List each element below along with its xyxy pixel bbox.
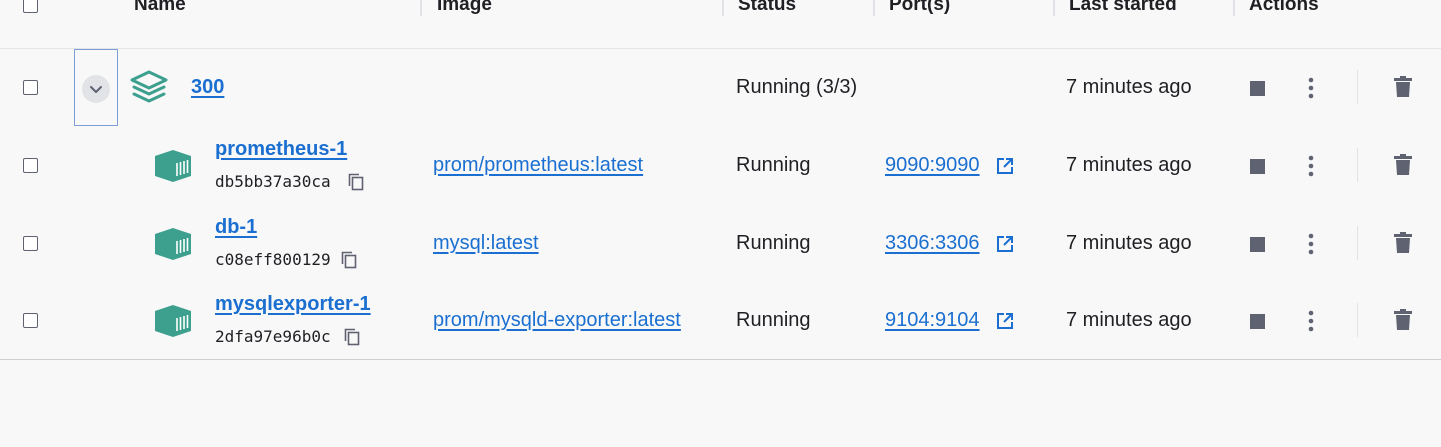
last-started-text: 7 minutes ago: [1066, 232, 1192, 254]
status-text: Running (3/3): [736, 76, 858, 98]
row-checkbox[interactable]: [23, 236, 38, 251]
image-link[interactable]: prom/prometheus:latest: [433, 154, 643, 177]
copy-icon[interactable]: [344, 328, 360, 346]
stack-layers-icon: [130, 70, 168, 103]
header-actions: Actions: [1249, 0, 1319, 15]
table-row[interactable]: db-1 c08eff800129 mysql:latest Running 3…: [0, 205, 1441, 283]
container-id: 2dfa97e96b0c: [215, 327, 331, 346]
group-name-link[interactable]: 300: [191, 76, 224, 99]
stop-icon[interactable]: [1250, 81, 1265, 96]
table-row[interactable]: mysqlexporter-1 2dfa97e96b0c prom/mysqld…: [0, 283, 1441, 359]
table-row-group[interactable]: 300 Running (3/3) 7 minutes ago: [0, 49, 1441, 127]
external-link-icon[interactable]: [996, 235, 1014, 253]
container-name-link[interactable]: mysqlexporter-1: [215, 293, 371, 316]
container-name-link[interactable]: prometheus-1: [215, 138, 347, 161]
action-divider: [1357, 148, 1358, 182]
container-name-link[interactable]: db-1: [215, 216, 257, 239]
external-link-icon[interactable]: [996, 157, 1014, 175]
more-vertical-icon[interactable]: [1301, 233, 1321, 255]
column-divider[interactable]: [420, 0, 422, 16]
trash-icon[interactable]: [1393, 76, 1413, 98]
select-all-checkbox[interactable]: [23, 0, 38, 13]
row-checkbox[interactable]: [23, 158, 38, 173]
last-started-text: 7 minutes ago: [1066, 309, 1192, 331]
header-ports[interactable]: Port(s): [889, 0, 950, 16]
header-image[interactable]: Image: [437, 0, 492, 16]
stop-icon[interactable]: [1250, 314, 1265, 329]
more-vertical-icon[interactable]: [1301, 155, 1321, 177]
container-icon: [155, 305, 191, 337]
row-checkbox[interactable]: [23, 80, 38, 95]
header-last-started[interactable]: Last started: [1069, 0, 1177, 16]
chevron-down-icon: [82, 75, 110, 103]
column-divider[interactable]: [722, 0, 724, 16]
column-divider[interactable]: [1053, 0, 1055, 16]
action-divider: [1357, 70, 1358, 104]
port-link[interactable]: 3306:3306: [885, 232, 980, 255]
image-link[interactable]: mysql:latest: [433, 232, 539, 255]
expand-toggle[interactable]: [74, 49, 118, 126]
table-header: Name Image Status Port(s) Last started A…: [0, 0, 1441, 49]
container-icon: [155, 150, 191, 182]
external-link-icon[interactable]: [996, 312, 1014, 330]
container-id: db5bb37a30ca: [215, 172, 331, 191]
action-divider: [1357, 226, 1358, 260]
header-name[interactable]: Name: [134, 0, 186, 16]
copy-icon[interactable]: [348, 173, 364, 191]
container-id: c08eff800129: [215, 250, 331, 269]
stop-icon[interactable]: [1250, 159, 1265, 174]
copy-icon[interactable]: [341, 251, 357, 269]
status-text: Running: [736, 232, 811, 254]
port-link[interactable]: 9104:9104: [885, 309, 980, 332]
trash-icon[interactable]: [1393, 309, 1413, 331]
last-started-text: 7 minutes ago: [1066, 154, 1192, 176]
trash-icon[interactable]: [1393, 154, 1413, 176]
action-divider: [1357, 303, 1358, 337]
more-vertical-icon[interactable]: [1301, 77, 1321, 99]
status-text: Running: [736, 309, 811, 331]
container-icon: [155, 228, 191, 260]
trash-icon[interactable]: [1393, 232, 1413, 254]
last-started-text: 7 minutes ago: [1066, 76, 1192, 98]
row-checkbox[interactable]: [23, 313, 38, 328]
column-divider[interactable]: [873, 0, 875, 16]
table-row[interactable]: prometheus-1 db5bb37a30ca prom/prometheu…: [0, 127, 1441, 205]
status-text: Running: [736, 154, 811, 176]
header-status[interactable]: Status: [738, 0, 796, 16]
column-divider[interactable]: [1233, 0, 1235, 16]
table-bottom-border: [0, 359, 1441, 360]
stop-icon[interactable]: [1250, 237, 1265, 252]
image-link[interactable]: prom/mysqld-exporter:latest: [433, 309, 681, 332]
more-vertical-icon[interactable]: [1301, 310, 1321, 332]
port-link[interactable]: 9090:9090: [885, 154, 980, 177]
